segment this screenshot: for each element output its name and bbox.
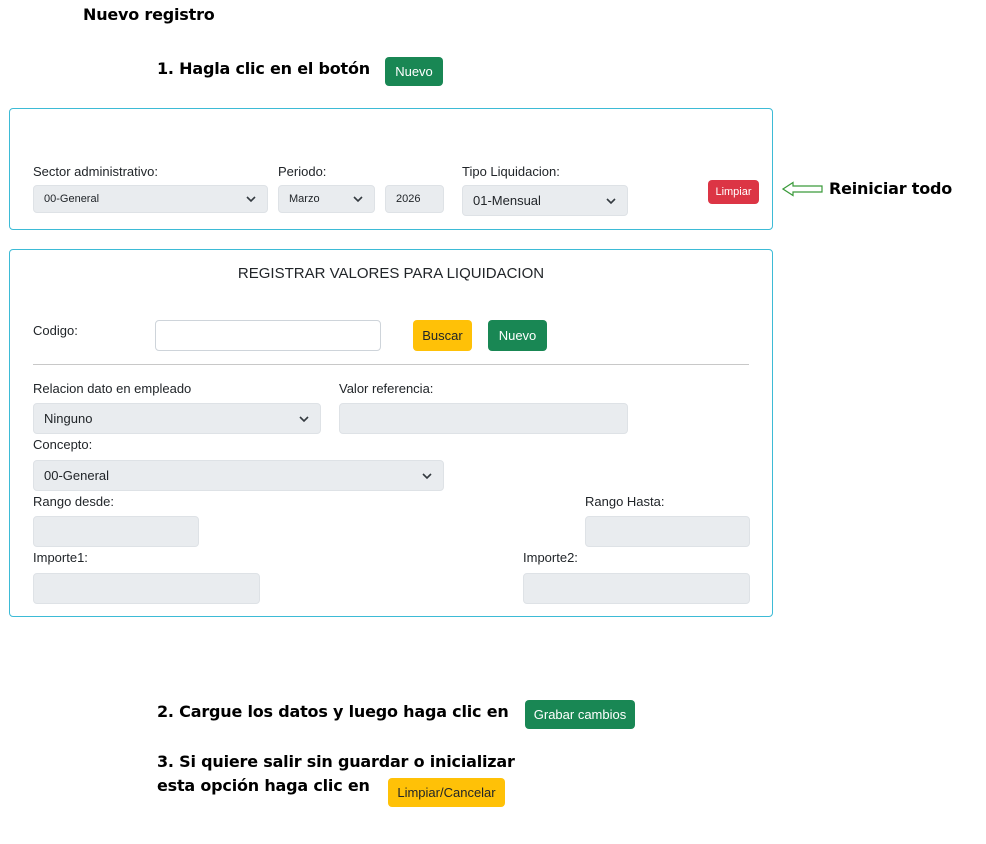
rango-desde-input[interactable] [33,516,199,547]
reset-annotation: Reiniciar todo [829,179,953,198]
sector-label: Sector administrativo: [33,164,158,179]
importe2-label: Importe2: [523,550,578,565]
tipo-liquidacion-select[interactable]: 01-Mensual [462,185,628,216]
chevron-down-icon [353,196,363,203]
rango-desde-label: Rango desde: [33,494,114,509]
tipo-liquidacion-value: 01-Mensual [473,193,541,208]
periodo-year-value: 2026 [396,193,421,205]
importe1-input[interactable] [33,573,260,604]
step2-instruction: 2. Cargue los datos y luego haga clic en [157,702,509,721]
valor-referencia-input[interactable] [339,403,628,434]
chevron-down-icon [606,197,616,204]
relacion-label: Relacion dato en empleado [33,381,192,396]
grabar-cambios-button[interactable]: Grabar cambios [525,700,635,729]
concepto-label: Concepto: [33,437,93,452]
rango-hasta-input[interactable] [585,516,750,547]
divider [33,364,749,365]
concepto-select[interactable]: 00-General [33,460,444,491]
sector-select-value: 00-General [44,193,100,205]
periodo-year-input[interactable]: 2026 [385,185,444,213]
periodo-label: Periodo: [278,164,327,179]
arrow-left-icon [782,181,823,197]
importe2-input[interactable] [523,573,750,604]
chevron-down-icon [422,472,432,479]
buscar-button[interactable]: Buscar [413,320,472,351]
importe1-label: Importe1: [33,550,88,565]
rango-hasta-label: Rango Hasta: [585,494,665,509]
chevron-down-icon [246,196,256,203]
form-title: REGISTRAR VALORES PARA LIQUIDACION [237,265,545,282]
concepto-value: 00-General [44,468,110,483]
registrar-panel: REGISTRAR VALORES PARA LIQUIDACION Codig… [9,249,773,617]
step1-instruction: 1. Hagla clic en el botón [157,59,370,78]
codigo-label: Codigo: [33,323,78,338]
relacion-select[interactable]: Ninguno [33,403,321,434]
periodo-month-value: Marzo [289,193,320,205]
step3-instruction-line2: esta opción haga clic en [157,776,370,795]
sector-select[interactable]: 00-General [33,185,268,213]
limpiar-cancelar-button[interactable]: Limpiar/Cancelar [388,778,505,807]
chevron-down-icon [299,415,309,422]
form-nuevo-button[interactable]: Nuevo [488,320,547,351]
limpiar-button[interactable]: Limpiar [708,180,759,204]
page-title: Nuevo registro [83,5,215,24]
relacion-value: Ninguno [44,411,93,426]
valor-referencia-label: Valor referencia: [339,381,434,396]
codigo-input[interactable] [155,320,381,351]
step1-nuevo-button[interactable]: Nuevo [385,57,443,86]
periodo-month-select[interactable]: Marzo [278,185,375,213]
filters-panel: Sector administrativo: 00-General Period… [9,108,773,230]
step3-instruction-line1: 3. Si quiere salir sin guardar o inicial… [157,752,515,771]
tipo-liquidacion-label: Tipo Liquidacion: [462,164,560,179]
